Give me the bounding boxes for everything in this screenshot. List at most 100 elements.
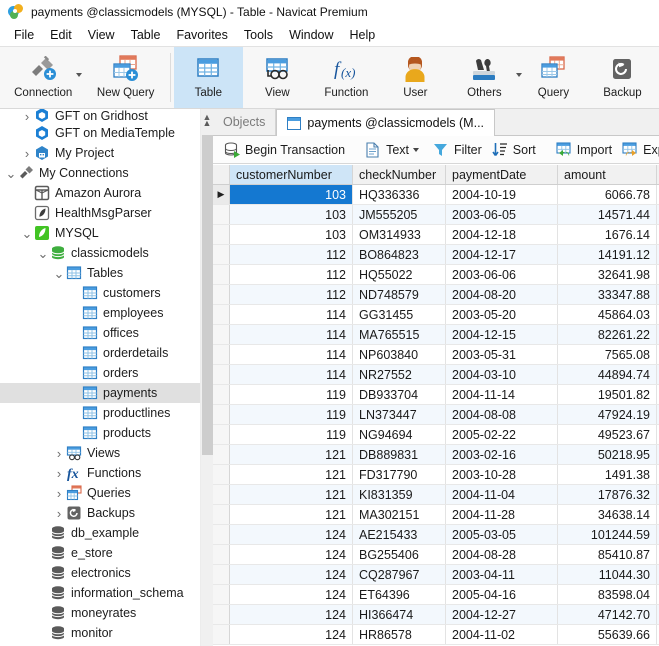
- row-indicator[interactable]: [213, 365, 230, 384]
- cell-checkNumber[interactable]: GG31455: [353, 305, 446, 324]
- table-row[interactable]: 119 DB933704 2004-11-14 19501.82: [213, 385, 659, 405]
- row-indicator[interactable]: [213, 625, 230, 644]
- cell-amount[interactable]: 19501.82: [558, 385, 657, 404]
- cell-amount[interactable]: 45864.03: [558, 305, 657, 324]
- sidebar-item-queries[interactable]: › Queries: [0, 483, 200, 503]
- cell-amount[interactable]: 7565.08: [558, 345, 657, 364]
- table-row[interactable]: 124 HI366474 2004-12-27 47142.70: [213, 605, 659, 625]
- grid-body[interactable]: ▶ 103 HQ336336 2004-10-19 6066.78 103 JM555205…: [213, 185, 659, 645]
- sidebar-item-payments[interactable]: payments: [0, 383, 200, 403]
- cell-customerNumber[interactable]: 121: [230, 445, 353, 464]
- table-row[interactable]: 121 DB889831 2003-02-16 50218.95: [213, 445, 659, 465]
- cell-paymentDate[interactable]: 2005-02-22: [446, 425, 558, 444]
- cell-amount[interactable]: 1491.38: [558, 465, 657, 484]
- cell-paymentDate[interactable]: 2004-08-20: [446, 285, 558, 304]
- table-row[interactable]: 124 ET64396 2005-04-16 83598.04: [213, 585, 659, 605]
- cell-checkNumber[interactable]: MA765515: [353, 325, 446, 344]
- cell-paymentDate[interactable]: 2003-05-31: [446, 345, 558, 364]
- cell-customerNumber[interactable]: 121: [230, 505, 353, 524]
- cell-paymentDate[interactable]: 2005-04-16: [446, 585, 558, 604]
- cell-paymentDate[interactable]: 2004-12-27: [446, 605, 558, 624]
- cell-checkNumber[interactable]: HR86578: [353, 625, 446, 644]
- row-indicator[interactable]: [213, 545, 230, 564]
- row-indicator[interactable]: [213, 345, 230, 364]
- table-row[interactable]: 103 JM555205 2003-06-05 14571.44: [213, 205, 659, 225]
- cell-paymentDate[interactable]: 2005-03-05: [446, 525, 558, 544]
- table-row[interactable]: 124 AE215433 2005-03-05 101244.59: [213, 525, 659, 545]
- column-header-customerNumber[interactable]: customerNumber: [230, 165, 353, 184]
- data-grid[interactable]: customerNumber checkNumber paymentDate amou…: [213, 165, 659, 646]
- sidebar-item-employees[interactable]: employees: [0, 303, 200, 323]
- chevron-right-icon[interactable]: ›: [52, 467, 66, 480]
- cell-paymentDate[interactable]: 2004-12-17: [446, 245, 558, 264]
- menu-item-help[interactable]: Help: [342, 26, 384, 44]
- cell-paymentDate[interactable]: 2003-02-16: [446, 445, 558, 464]
- cell-paymentDate[interactable]: 2004-08-28: [446, 545, 558, 564]
- cell-amount[interactable]: 49523.67: [558, 425, 657, 444]
- cell-customerNumber[interactable]: 114: [230, 325, 353, 344]
- row-indicator[interactable]: [213, 425, 230, 444]
- sidebar-item-moneyrates[interactable]: moneyrates: [0, 603, 200, 623]
- row-indicator[interactable]: [213, 305, 230, 324]
- cell-customerNumber[interactable]: 121: [230, 485, 353, 504]
- cell-amount[interactable]: 14571.44: [558, 205, 657, 224]
- sidebar-item-offices[interactable]: offices: [0, 323, 200, 343]
- cell-amount[interactable]: 33347.88: [558, 285, 657, 304]
- sidebar-item-monitor[interactable]: monitor: [0, 623, 200, 643]
- menu-item-favorites[interactable]: Favorites: [168, 26, 235, 44]
- cell-amount[interactable]: 47142.70: [558, 605, 657, 624]
- ribbon-query-button[interactable]: Query: [519, 47, 588, 108]
- cell-paymentDate[interactable]: 2004-11-14: [446, 385, 558, 404]
- cell-checkNumber[interactable]: OM314933: [353, 225, 446, 244]
- filter-button[interactable]: Filter: [428, 139, 487, 161]
- cell-customerNumber[interactable]: 114: [230, 365, 353, 384]
- cell-paymentDate[interactable]: 2003-04-11: [446, 565, 558, 584]
- ribbon-connection-button[interactable]: Connection: [2, 47, 84, 108]
- cell-customerNumber[interactable]: 124: [230, 525, 353, 544]
- export-button[interactable]: Export: [617, 139, 659, 161]
- row-indicator[interactable]: [213, 505, 230, 524]
- cell-amount[interactable]: 101244.59: [558, 525, 657, 544]
- cell-amount[interactable]: 85410.87: [558, 545, 657, 564]
- ribbon-function-button[interactable]: f (x) Function: [312, 47, 381, 108]
- cell-paymentDate[interactable]: 2004-11-04: [446, 485, 558, 504]
- menu-item-view[interactable]: View: [80, 26, 123, 44]
- row-indicator[interactable]: [213, 265, 230, 284]
- cell-checkNumber[interactable]: BO864823: [353, 245, 446, 264]
- table-row[interactable]: 114 NR27552 2004-03-10 44894.74: [213, 365, 659, 385]
- sidebar-item-e-store[interactable]: e_store: [0, 543, 200, 563]
- cell-paymentDate[interactable]: 2004-12-15: [446, 325, 558, 344]
- ribbon-user-button[interactable]: User: [381, 47, 450, 108]
- row-indicator[interactable]: [213, 405, 230, 424]
- sidebar-item-backups[interactable]: › Backups: [0, 503, 200, 523]
- cell-checkNumber[interactable]: ND748579: [353, 285, 446, 304]
- cell-customerNumber[interactable]: 103: [230, 185, 353, 204]
- cell-checkNumber[interactable]: DB889831: [353, 445, 446, 464]
- cell-customerNumber[interactable]: 119: [230, 405, 353, 424]
- sidebar-item-amazon-aurora[interactable]: Amazon Aurora: [0, 183, 200, 203]
- cell-amount[interactable]: 34638.14: [558, 505, 657, 524]
- sidebar-item-productlines[interactable]: productlines: [0, 403, 200, 423]
- table-row[interactable]: 119 NG94694 2005-02-22 49523.67: [213, 425, 659, 445]
- cell-checkNumber[interactable]: BG255406: [353, 545, 446, 564]
- chevron-down-icon[interactable]: ⌄: [52, 267, 66, 280]
- cell-amount[interactable]: 14191.12: [558, 245, 657, 264]
- sidebar-item-gft-on-gridhost[interactable]: › GFT on Gridhost: [0, 109, 200, 123]
- menu-item-window[interactable]: Window: [281, 26, 341, 44]
- sidebar-item-information-schema[interactable]: information_schema: [0, 583, 200, 603]
- sidebar-item-gft-on-mediatemple[interactable]: GFT on MediaTemple: [0, 123, 200, 143]
- row-indicator[interactable]: [213, 525, 230, 544]
- cell-amount[interactable]: 82261.22: [558, 325, 657, 344]
- cell-amount[interactable]: 11044.30: [558, 565, 657, 584]
- row-indicator[interactable]: [213, 445, 230, 464]
- sidebar-item-functions[interactable]: › fx Functions: [0, 463, 200, 483]
- cell-checkNumber[interactable]: NR27552: [353, 365, 446, 384]
- cell-checkNumber[interactable]: AE215433: [353, 525, 446, 544]
- table-row[interactable]: 114 NP603840 2003-05-31 7565.08: [213, 345, 659, 365]
- collapse-ribbon-icon[interactable]: ▲: [201, 109, 213, 136]
- cell-customerNumber[interactable]: 124: [230, 605, 353, 624]
- row-indicator[interactable]: [213, 385, 230, 404]
- chevron-down-icon[interactable]: [413, 147, 419, 152]
- cell-amount[interactable]: 47924.19: [558, 405, 657, 424]
- cell-amount[interactable]: 6066.78: [558, 185, 657, 204]
